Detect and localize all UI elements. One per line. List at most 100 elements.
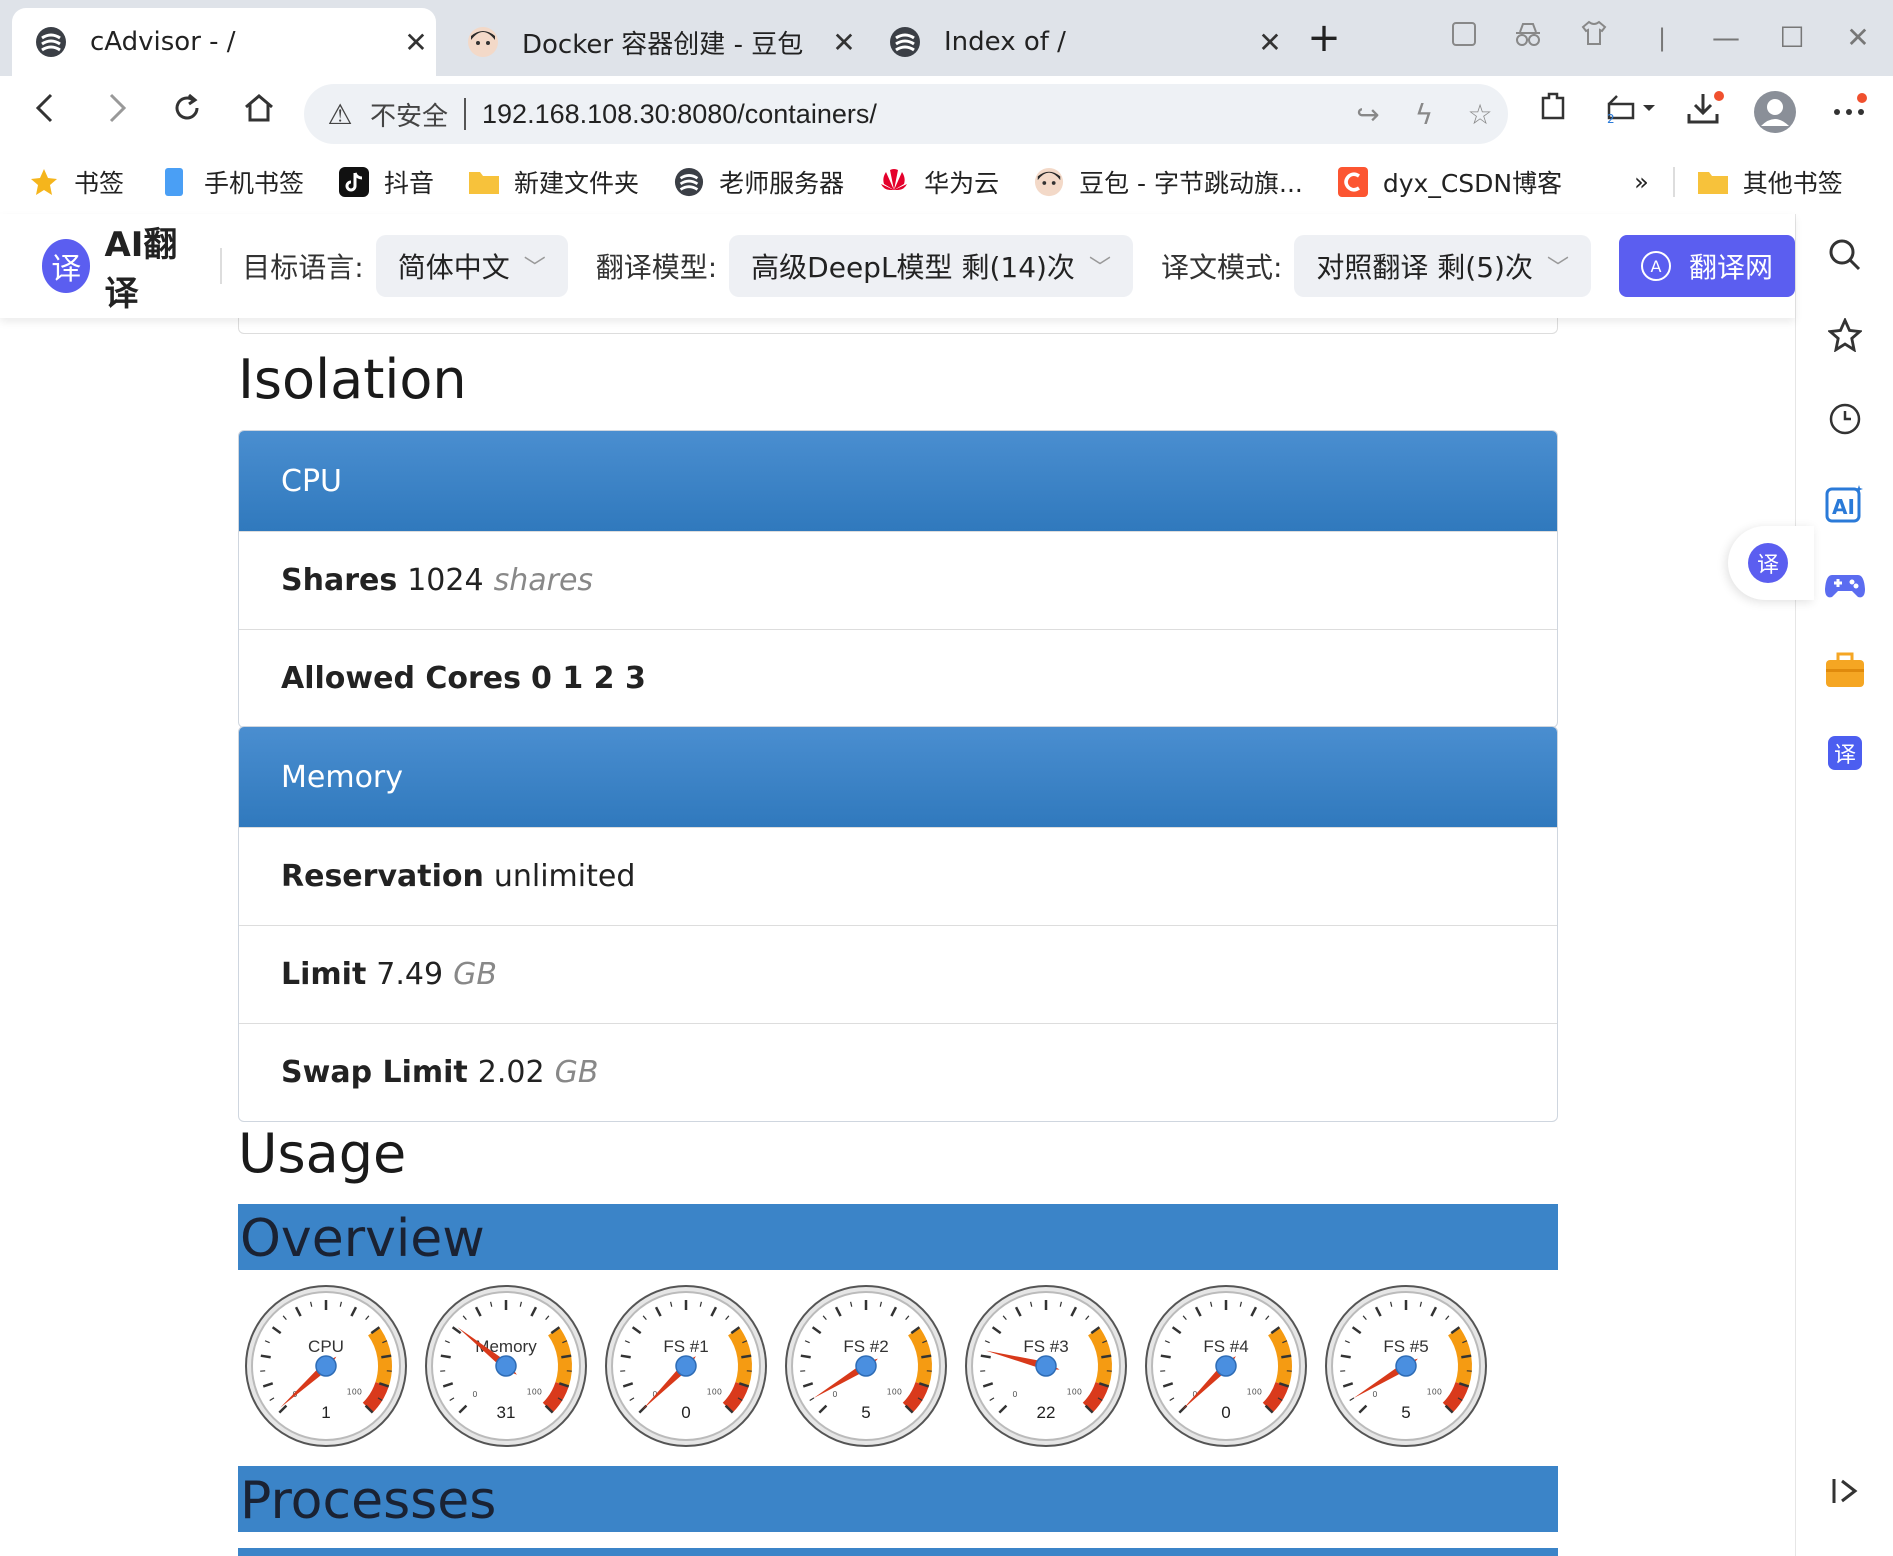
history-switch-icon[interactable]: 2	[1598, 90, 1668, 136]
close-icon[interactable]: ✕	[824, 26, 864, 59]
translate-page-button[interactable]: A 翻译网	[1618, 235, 1795, 297]
extensions-icon[interactable]	[1528, 90, 1578, 136]
reservation-value: unlimited	[493, 859, 636, 894]
url-text[interactable]: 192.168.108.30:8080/containers/	[482, 99, 1340, 130]
gauge-min-label: 0	[1012, 1390, 1017, 1399]
home-icon[interactable]	[234, 88, 284, 138]
tab-doubao[interactable]: Docker 容器创建 - 豆包 ✕	[444, 8, 864, 76]
bookmark-item[interactable]: 新建文件夹	[468, 164, 639, 200]
other-bookmarks[interactable]: 其他书签	[1672, 164, 1843, 200]
huawei-icon	[878, 166, 910, 198]
gauge-max-label: 100	[1427, 1387, 1442, 1396]
chevron-down-icon: ﹀	[1088, 256, 1111, 281]
bookmark-item[interactable]: 书签	[28, 164, 124, 200]
model-label: 翻译模型:	[595, 251, 718, 284]
bookmark-item[interactable]: dyx_CSDN博客	[1337, 164, 1562, 200]
reload-icon[interactable]	[162, 88, 212, 138]
maximize-icon[interactable]: ☐	[1770, 18, 1814, 58]
back-icon[interactable]	[20, 88, 70, 138]
target-language-label: 目标语言:	[242, 251, 364, 284]
bookmark-item[interactable]: 手机书签	[158, 164, 304, 200]
tab-index[interactable]: Index of / ✕	[866, 8, 1290, 76]
gauge-hub	[495, 1355, 517, 1377]
folder-icon	[468, 166, 500, 198]
avatar-icon[interactable]	[1750, 90, 1800, 136]
game-controller-icon[interactable]	[1820, 560, 1870, 610]
gauge-label: FS #4	[1203, 1337, 1248, 1356]
swap-limit-label: Swap Limit	[281, 1055, 468, 1090]
gauge-max-label: 100	[887, 1387, 902, 1396]
warning-icon[interactable]: ⚠	[322, 98, 358, 131]
target-language-select[interactable]: 简体中文 ﹀	[375, 235, 568, 297]
favorites-star-icon[interactable]	[1820, 310, 1870, 360]
toolbox-icon[interactable]	[1820, 644, 1870, 694]
star-icon	[28, 166, 60, 198]
incognito-icon[interactable]	[1506, 18, 1550, 58]
gauge-value: 0	[681, 1403, 690, 1422]
browser-toolbar: ⚠ 不安全 192.168.108.30:8080/containers/ ↪ …	[0, 76, 1893, 150]
gauge-max-label: 100	[707, 1387, 722, 1396]
gauge-fs-5: 0 100 FS #5 5	[1325, 1285, 1487, 1447]
allowed-cores-row: Allowed Cores 0 1 2 3	[239, 629, 1557, 727]
bookmark-item[interactable]: 华为云	[878, 164, 999, 200]
collapse-sidebar-icon[interactable]	[1820, 1466, 1870, 1516]
gauge-label: CPU	[308, 1337, 344, 1356]
reservation-label: Reservation	[281, 859, 484, 894]
translate-button-label: 翻译网	[1688, 251, 1773, 284]
minimize-icon[interactable]: —	[1704, 18, 1748, 58]
cpu-panel: CPU Shares 1024 shares Allowed Cores 0 1…	[238, 430, 1558, 728]
ai-assistant-icon[interactable]: AI	[1820, 478, 1870, 528]
share-icon[interactable]: ↪	[1340, 98, 1396, 131]
cadvisor-icon	[888, 25, 922, 59]
gauge-min-label: 0	[832, 1390, 837, 1399]
gauge-hub	[855, 1355, 877, 1377]
mode-value: 对照翻译 剩(5)次	[1316, 251, 1533, 284]
tab-title: cAdvisor - /	[90, 27, 236, 57]
gauge-fs-3: 0 100 FS #3 22	[965, 1285, 1127, 1447]
bookmark-label: 豆包 - 字节跳动旗...	[1079, 169, 1303, 198]
model-value: 高级DeepL模型 剩(14)次	[751, 251, 1075, 284]
menu-more-icon[interactable]	[1824, 90, 1874, 136]
bookmark-item[interactable]: 老师服务器	[673, 164, 844, 200]
security-label[interactable]: 不安全	[370, 96, 448, 133]
limit-value: 7.49	[376, 957, 444, 992]
new-tab-button[interactable]: +	[1300, 14, 1348, 62]
mode-select[interactable]: 对照翻译 剩(5)次 ﹀	[1294, 235, 1591, 297]
search-icon[interactable]	[1820, 230, 1870, 280]
bookmark-star-icon[interactable]: ☆	[1452, 98, 1508, 131]
memory-panel: Memory Reservation unlimited Limit 7.49 …	[238, 726, 1558, 1122]
divider	[1672, 167, 1675, 197]
floating-translate-button[interactable]: 译	[1728, 526, 1814, 600]
translate-side-icon[interactable]: 译	[1820, 728, 1870, 778]
chevron-down-icon: ﹀	[1546, 256, 1569, 281]
bookmarks-overflow-button[interactable]: »	[1634, 168, 1649, 196]
gauge-label: FS #1	[663, 1337, 708, 1356]
allowed-cores-value: 0 1 2 3	[531, 661, 646, 696]
forward-icon[interactable]	[92, 88, 142, 138]
swap-limit-unit: GB	[554, 1055, 599, 1090]
tab-count-icon[interactable]	[1442, 18, 1486, 58]
close-icon[interactable]: ✕	[396, 26, 436, 59]
bookmark-item[interactable]: 抖音	[338, 164, 434, 200]
lightning-icon[interactable]: ϟ	[1396, 98, 1452, 131]
model-select[interactable]: 高级DeepL模型 剩(14)次 ﹀	[729, 235, 1133, 297]
window-close-icon[interactable]: ✕	[1836, 18, 1880, 58]
gauge-fs-1: 0 100FS #10	[605, 1285, 767, 1447]
shirt-skin-icon[interactable]	[1572, 18, 1616, 58]
gauge-min-label: 0	[1372, 1390, 1377, 1399]
gauge-max-label: 100	[527, 1387, 542, 1396]
gauge-max-label: 100	[1067, 1387, 1082, 1396]
tab-strip: cAdvisor - / ✕ Docker 容器创建 - 豆包 ✕ Index …	[0, 0, 1893, 76]
bookmark-item[interactable]: 豆包 - 字节跳动旗...	[1033, 164, 1303, 200]
gauge-hub	[1215, 1355, 1237, 1377]
limit-label: Limit	[281, 957, 367, 992]
bookmarks-bar: 书签 手机书签 抖音 新建文件夹 老师服务器 华为云 豆包 - 字节跳动旗...…	[0, 150, 1893, 214]
reservation-row: Reservation unlimited	[239, 827, 1557, 925]
download-icon[interactable]	[1680, 90, 1730, 136]
clock-history-icon[interactable]	[1820, 394, 1870, 444]
folder-icon	[1697, 166, 1729, 198]
close-icon[interactable]: ✕	[1250, 26, 1290, 59]
divider	[220, 248, 223, 284]
tab-cadvisor[interactable]: cAdvisor - / ✕	[12, 8, 436, 76]
address-bar[interactable]: ⚠ 不安全 192.168.108.30:8080/containers/ ↪ …	[304, 84, 1508, 144]
